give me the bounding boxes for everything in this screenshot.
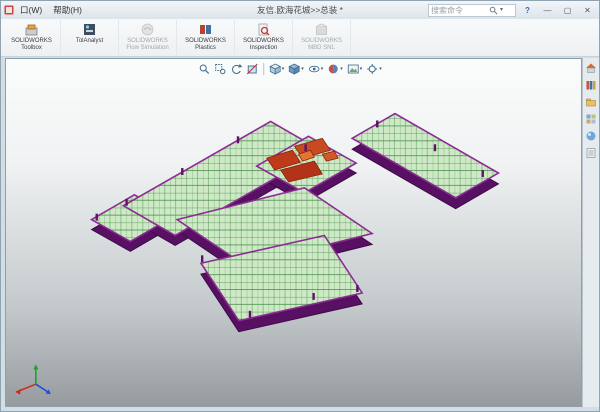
tolanalyst-icon [82,22,97,37]
ribbon-label: SOLIDWORKS [185,38,226,45]
flow-simulation-icon [140,22,155,37]
heads-up-toolbar: ▾ ▾ ▾ ▾ ▾ ▾ [197,62,383,76]
help-button[interactable]: ? [519,4,536,17]
zoom-to-area-icon[interactable] [213,62,227,76]
dropdown-caret-icon[interactable]: ▾ [282,67,285,72]
dropdown-caret-icon[interactable]: ▾ [360,67,363,72]
ribbon-item-inspection[interactable]: SOLIDWORKSInspection [235,20,293,55]
graphics-area[interactable]: ▾ ▾ ▾ ▾ ▾ ▾ [5,58,582,407]
menu-bar: 口(W) 帮助(H) [18,3,84,17]
model-decks [92,114,499,321]
close-button[interactable]: ✕ [579,4,596,17]
edit-appearance-icon[interactable]: ▾ [326,62,344,76]
view-settings-icon[interactable]: ▾ [365,62,383,76]
apply-scene-icon[interactable]: ▾ [346,62,364,76]
inspection-icon [256,22,271,37]
dropdown-caret-icon[interactable]: ▾ [321,67,324,72]
ribbon-label: Plastics [185,45,226,52]
menu-window[interactable]: 口(W) [18,3,44,17]
ribbon-label: Toolbox [11,45,52,52]
hud-separator [263,63,264,75]
previous-view-icon[interactable] [229,62,243,76]
view-palette-icon[interactable] [585,113,597,125]
dropdown-caret-icon[interactable]: ▾ [379,67,382,72]
ribbon-label: SOLIDWORKS [301,38,342,45]
ribbon-item-flow-simulation: SOLIDWORKSFlow Simulation [119,20,177,55]
ribbon-label: TolAnalyst [76,38,103,45]
view-orientation-icon[interactable]: ▾ [268,62,286,76]
task-pane-strip [582,58,599,407]
ribbon-item-solidworks-toolbox[interactable]: SOLIDWORKSToolbox [3,20,61,55]
ribbon-label: MBD SNL [301,45,342,52]
plastics-icon [198,22,213,37]
formwork-model[interactable] [6,59,581,406]
search-input[interactable] [431,6,487,15]
ribbon-label: SOLIDWORKS [126,38,168,45]
window-title: 友信.欧海花城>>总装 * [257,4,343,16]
ribbon-label: Flow Simulation [126,45,168,52]
orientation-triad [16,364,51,394]
menu-help[interactable]: 帮助(H) [51,3,84,17]
section-view-icon[interactable] [245,62,259,76]
minimize-button[interactable]: — [539,4,556,17]
dropdown-caret-icon[interactable]: ▾ [301,67,304,72]
solidworks-resources-icon[interactable] [585,62,597,74]
ribbon-item-plastics[interactable]: SOLIDWORKSPlastics [177,20,235,55]
ribbon-item-tolanalyst[interactable]: TolAnalyst [61,20,119,55]
file-explorer-icon[interactable] [585,96,597,108]
design-library-icon[interactable] [585,79,597,91]
search-dropdown-icon[interactable]: ▾ [500,7,503,13]
zoom-to-fit-icon[interactable] [197,62,211,76]
hide-show-items-icon[interactable]: ▾ [307,62,325,76]
ribbon-item-mbd-snl: SOLIDWORKSMBD SNL [293,20,351,55]
app-menu-icon[interactable] [4,5,14,15]
ribbon-addins: SOLIDWORKSToolbox TolAnalyst SOLIDWORKSF… [1,19,599,57]
mbd-icon [314,22,329,37]
dropdown-caret-icon[interactable]: ▾ [340,67,343,72]
ribbon-label: SOLIDWORKS [11,38,52,45]
title-bar: 口(W) 帮助(H) 友信.欧海花城>>总装 * ▾ ? — ▢ ✕ [1,1,599,19]
solidworks-window: 口(W) 帮助(H) 友信.欧海花城>>总装 * ▾ ? — ▢ ✕ [0,0,600,412]
display-style-icon[interactable]: ▾ [287,62,305,76]
command-search[interactable]: ▾ [428,4,516,17]
ribbon-label: SOLIDWORKS [243,38,284,45]
appearances-icon[interactable] [585,130,597,142]
toolbox-icon [24,22,39,37]
titlebar-right: ▾ ? — ▢ ✕ [428,4,596,17]
search-icon[interactable] [489,6,498,15]
maximize-button[interactable]: ▢ [559,4,576,17]
ribbon-label: Inspection [243,45,284,52]
custom-properties-icon[interactable] [585,147,597,159]
